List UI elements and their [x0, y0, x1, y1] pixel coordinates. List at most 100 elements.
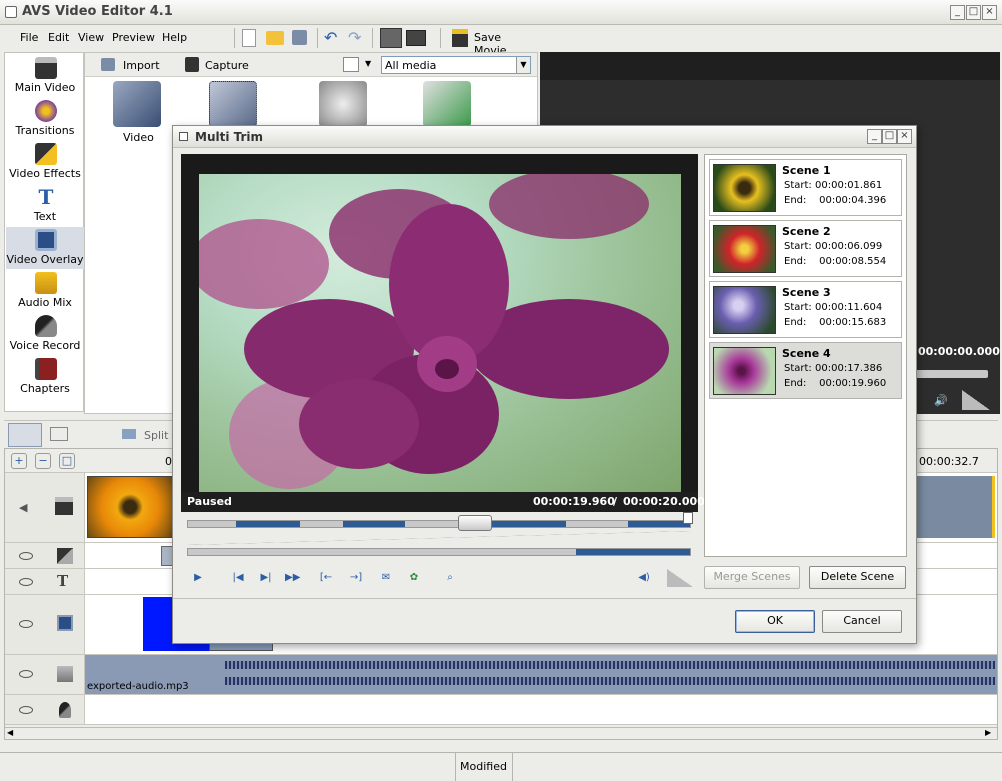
redo-icon[interactable]: ↷ [348, 29, 366, 47]
aspect-16-9-icon[interactable] [406, 30, 426, 46]
sidebar-item-transitions[interactable]: Transitions [6, 98, 84, 140]
scene-segment[interactable] [236, 521, 300, 527]
video-status-bar: Paused 00:00:19.960 / 00:00:20.000 [181, 492, 705, 512]
menu-view[interactable]: View [78, 31, 104, 44]
sidebar-item-video-effects[interactable]: Video Effects [6, 141, 84, 183]
menu-preview[interactable]: Preview [112, 31, 155, 44]
volume-slider[interactable] [667, 569, 693, 587]
storyboard-view-icon[interactable] [8, 423, 42, 447]
audio-clip[interactable]: exported-audio.mp3 [85, 655, 997, 694]
fast-forward-icon[interactable]: ▶▶ [285, 572, 300, 584]
eye-icon[interactable] [19, 578, 33, 586]
color-folder-icon[interactable] [423, 81, 471, 127]
play-icon[interactable]: ▶ [191, 572, 205, 584]
next-frame-icon[interactable]: ▶| [259, 572, 273, 584]
video-folder-icon[interactable] [113, 81, 161, 127]
capture-camera-icon [185, 57, 199, 72]
aspect-4-3-icon[interactable] [380, 28, 402, 48]
list-item[interactable]: Scene 3 Start: 00:00:11.604 End: 00:00:1… [709, 281, 902, 338]
sidebar-item-video-overlay[interactable]: Video Overlay [6, 227, 84, 269]
trim-range-handle[interactable] [458, 515, 492, 531]
scene-timeline-bar[interactable] [187, 520, 691, 528]
audio-folder-icon[interactable] [319, 81, 367, 127]
undo-icon[interactable]: ↶ [324, 29, 342, 47]
scene-segment[interactable] [343, 521, 405, 527]
scroll-left-icon[interactable]: ◀ [7, 728, 13, 737]
speaker-icon[interactable]: ◀) [637, 572, 651, 584]
minimize-icon[interactable]: _ [867, 129, 882, 144]
menu-help[interactable]: Help [162, 31, 187, 44]
sidebar-item-audio-mix[interactable]: Audio Mix [6, 270, 84, 312]
audio-clip-label: exported-audio.mp3 [87, 681, 189, 692]
scene-segment[interactable] [628, 521, 690, 527]
toolbar-fill [540, 25, 1000, 51]
scene-name: Scene 4 [782, 347, 831, 360]
view-mode-icon[interactable] [343, 57, 359, 72]
video-clip[interactable] [915, 476, 995, 538]
overlay-clip-tail[interactable] [209, 643, 273, 651]
sidebar-item-text[interactable]: T Text [6, 184, 84, 226]
sidebar-item-main-video[interactable]: Main Video [6, 55, 84, 97]
zoom-out-icon[interactable]: − [35, 453, 51, 469]
scene-settings-icon[interactable]: ✿ [407, 572, 421, 584]
eye-icon[interactable] [19, 706, 33, 714]
zoom-position-bar[interactable] [187, 548, 691, 556]
new-project-icon[interactable] [242, 29, 256, 47]
playhead-marker[interactable] [683, 512, 693, 524]
toolbar-separator [317, 28, 318, 48]
speaker-icon[interactable]: 🔊 [934, 394, 950, 408]
ok-button[interactable]: OK [735, 610, 815, 633]
view-mode-dropdown-arrow-icon[interactable]: ▼ [365, 59, 371, 68]
maximize-icon[interactable]: □ [966, 5, 981, 20]
eye-icon[interactable] [19, 670, 33, 678]
speaker-icon[interactable]: ◀ [19, 501, 33, 515]
video-frame[interactable] [199, 174, 681, 492]
eye-icon[interactable] [19, 620, 33, 628]
timeline-scrollbar[interactable]: ◀ ▶ [5, 727, 997, 739]
scene-detect-icon[interactable]: ✉ [379, 572, 393, 584]
mark-start-icon[interactable]: [← [319, 572, 333, 584]
chevron-down-icon[interactable]: ▼ [516, 57, 530, 73]
preview-seek-bar[interactable] [914, 370, 988, 378]
sidebar-item-voice-record[interactable]: Voice Record [6, 313, 84, 355]
menu-edit[interactable]: Edit [48, 31, 69, 44]
cancel-button[interactable]: Cancel [822, 610, 902, 633]
zoom-fit-icon[interactable]: □ [59, 453, 75, 469]
list-item[interactable]: Scene 1 Start: 00:00:01.861 End: 00:00:0… [709, 159, 902, 216]
media-item-label: Video [123, 131, 154, 144]
mark-end-icon[interactable]: →] [349, 572, 363, 584]
list-item[interactable]: Scene 4 Start: 00:00:17.386 End: 00:00:1… [709, 342, 902, 399]
split-button[interactable]: Split [144, 429, 168, 442]
voice-track-lane[interactable] [85, 695, 997, 724]
close-icon[interactable]: × [982, 5, 997, 20]
media-filter-select[interactable]: All media ▼ [381, 56, 531, 74]
scroll-right-icon[interactable]: ▶ [985, 728, 991, 737]
save-disk-icon[interactable] [292, 30, 307, 45]
zoom-in-icon[interactable]: + [11, 453, 27, 469]
maximize-icon[interactable]: □ [882, 129, 897, 144]
preview-header [540, 52, 1000, 80]
dialog-title: Multi Trim [195, 130, 264, 144]
capture-button[interactable]: Capture [205, 59, 249, 72]
current-time: 00:00:19.960 [533, 495, 615, 508]
list-item[interactable]: Scene 2 Start: 00:00:06.099 End: 00:00:0… [709, 220, 902, 277]
photo-folder-icon[interactable] [209, 81, 257, 127]
scene-end-value: 00:00:04.396 [819, 195, 887, 206]
close-icon[interactable]: × [897, 129, 912, 144]
zoom-icon[interactable]: ⌕ [443, 572, 457, 584]
video-clip[interactable] [87, 476, 173, 538]
zoom-connector [187, 531, 691, 545]
scene-end-label: End: [784, 195, 807, 206]
open-folder-icon[interactable] [266, 31, 284, 45]
previous-frame-icon[interactable]: |◀ [231, 572, 245, 584]
volume-slider[interactable] [962, 390, 990, 410]
minimize-icon[interactable]: _ [950, 5, 965, 20]
menu-file[interactable]: File [20, 31, 38, 44]
sidebar-item-chapters[interactable]: Chapters [6, 356, 84, 398]
delete-scene-button[interactable]: Delete Scene [809, 566, 906, 589]
eye-icon[interactable] [19, 552, 33, 560]
merge-scenes-button[interactable]: Merge Scenes [704, 566, 800, 589]
sidebar-item-label: Text [33, 210, 57, 223]
import-button[interactable]: Import [123, 59, 160, 72]
timeline-view-icon[interactable] [50, 427, 68, 441]
